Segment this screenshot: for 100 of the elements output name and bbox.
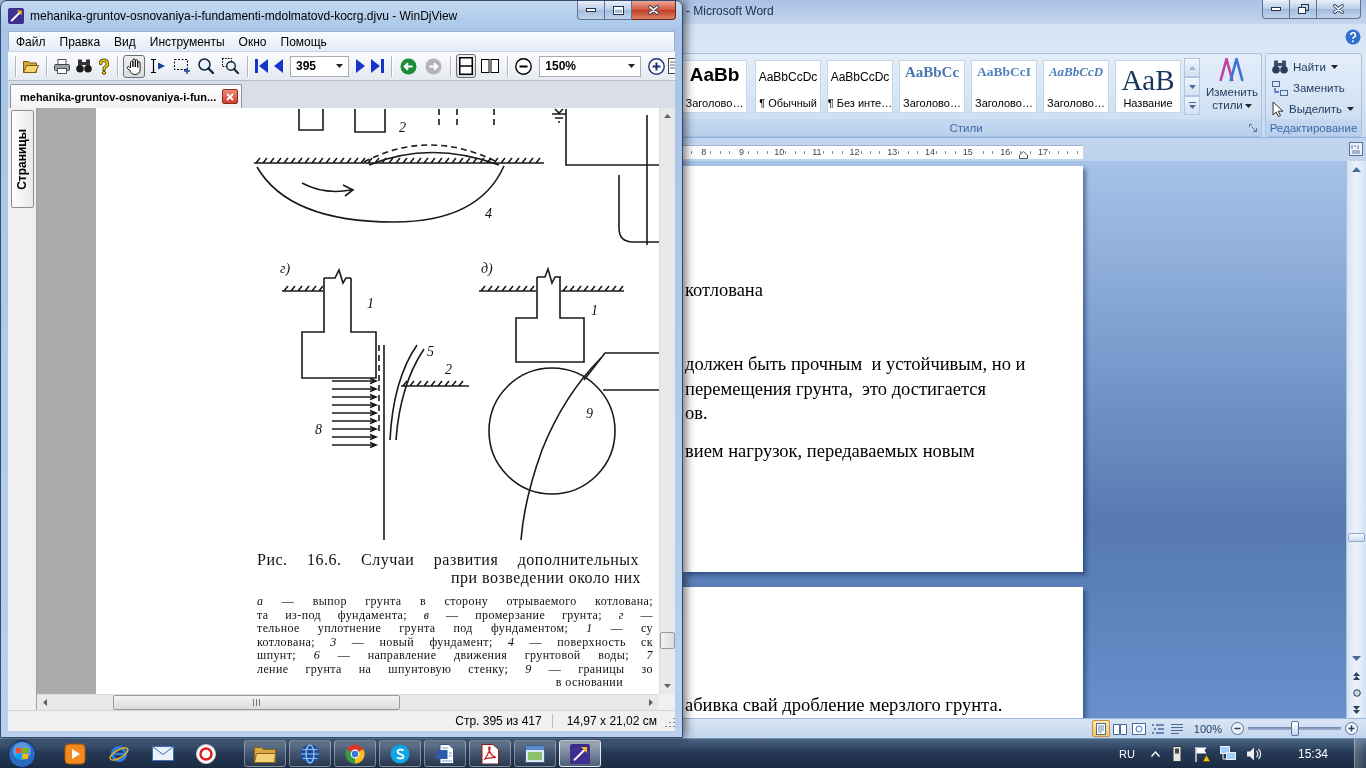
gallery-down-button[interactable] bbox=[1184, 77, 1200, 96]
minimize-button[interactable] bbox=[577, 1, 605, 20]
style-preset[interactable]: AaBbCc Заголово… bbox=[899, 60, 965, 113]
menu-item[interactable]: Правка bbox=[52, 32, 108, 51]
horizontal-scrollbar[interactable] bbox=[37, 694, 659, 710]
single-page-button[interactable] bbox=[456, 54, 477, 78]
network-icon[interactable] bbox=[1219, 746, 1236, 761]
ribbon-command[interactable]: Найти bbox=[1272, 57, 1361, 78]
maximize-button[interactable] bbox=[605, 1, 632, 20]
menu-item[interactable]: Помощь bbox=[273, 32, 334, 51]
change-styles-button[interactable]: Изменить стили bbox=[1203, 58, 1261, 112]
device-icon[interactable] bbox=[1169, 745, 1184, 762]
zoom-level[interactable]: 100% bbox=[1193, 722, 1222, 735]
zoom-in-icon[interactable] bbox=[1345, 722, 1358, 735]
pages-tab[interactable]: Страницы bbox=[10, 110, 34, 208]
scrollbar-thumb[interactable] bbox=[1348, 533, 1365, 542]
dialog-launcher-icon[interactable] bbox=[1249, 123, 1257, 132]
zoom-out-icon[interactable] bbox=[515, 57, 533, 75]
flag-icon[interactable] bbox=[1193, 745, 1210, 762]
vertical-scrollbar[interactable] bbox=[659, 108, 675, 694]
page-number-field[interactable]: 395 bbox=[290, 55, 350, 77]
page-count: Стр. 395 из 417 bbox=[455, 714, 543, 728]
show-desktop-button[interactable] bbox=[1354, 739, 1366, 768]
scroll-up-icon[interactable] bbox=[664, 114, 671, 118]
style-preset[interactable]: AaBb Заголово… bbox=[683, 60, 747, 113]
zoom-tool-button[interactable] bbox=[195, 55, 217, 77]
browse-object-icon[interactable] bbox=[1352, 688, 1361, 697]
next-page-icon[interactable] bbox=[1353, 705, 1360, 714]
taskbar-button[interactable] bbox=[289, 740, 331, 767]
binoculars-icon[interactable] bbox=[76, 59, 92, 73]
start-orb-icon[interactable] bbox=[7, 739, 37, 768]
page-icon[interactable] bbox=[668, 58, 675, 74]
media-player-icon[interactable] bbox=[64, 742, 86, 765]
close-button[interactable] bbox=[1317, 0, 1361, 19]
envelope-icon[interactable] bbox=[152, 745, 174, 762]
zoom-in-icon[interactable] bbox=[648, 57, 665, 75]
ruler-number: 17 bbox=[1037, 147, 1050, 158]
zoom-area-icon bbox=[222, 58, 239, 74]
first-page-icon[interactable] bbox=[255, 59, 268, 73]
hand-tool-button[interactable] bbox=[123, 54, 145, 78]
document-tab[interactable]: mehanika-gruntov-osnovaniya-i-fun... bbox=[10, 84, 243, 108]
lines-icon bbox=[1169, 722, 1184, 735]
figure-label: 8 bbox=[315, 422, 322, 437]
menu-item[interactable]: Вид bbox=[107, 32, 143, 51]
previous-page-icon[interactable] bbox=[274, 59, 283, 73]
zoom-field[interactable]: 150% bbox=[539, 55, 641, 77]
scrollbar-thumb[interactable] bbox=[660, 632, 675, 649]
zoom-area-button[interactable] bbox=[219, 55, 242, 77]
restore-button[interactable] bbox=[1290, 0, 1317, 19]
taskbar-button[interactable] bbox=[334, 740, 376, 767]
zoom-out-icon[interactable] bbox=[1231, 722, 1244, 735]
language-indicator[interactable]: RU bbox=[1119, 747, 1135, 760]
style-preset[interactable]: AaBbCcD Заголово… bbox=[1043, 60, 1109, 113]
taskbar-button[interactable] bbox=[379, 740, 421, 767]
style-preset[interactable]: AaBbCcDc ¶ Без инте… bbox=[827, 60, 893, 113]
scrollbar-thumb[interactable] bbox=[113, 695, 400, 710]
speaker-icon[interactable] bbox=[1245, 746, 1262, 761]
help-button[interactable] bbox=[1345, 29, 1361, 45]
scroll-down-icon[interactable] bbox=[664, 684, 671, 688]
clock[interactable]: 15:34 bbox=[1297, 746, 1328, 761]
help-icon[interactable] bbox=[98, 57, 110, 75]
style-preset[interactable]: AaBbCcI Заголово… bbox=[971, 60, 1037, 113]
taskbar-button[interactable] bbox=[424, 740, 466, 767]
ribbon-command[interactable]: Выделить bbox=[1272, 98, 1361, 119]
ruler-number: 9 bbox=[738, 147, 746, 158]
taskbar-button[interactable] bbox=[469, 740, 511, 767]
ribbon-command[interactable]: Заменить bbox=[1272, 77, 1361, 99]
taskbar-button[interactable] bbox=[244, 740, 286, 767]
menu-item[interactable]: Инструменты bbox=[142, 32, 232, 51]
scroll-up-icon[interactable] bbox=[1352, 167, 1361, 172]
ring-icon[interactable] bbox=[196, 743, 216, 764]
ruler-number: 16 bbox=[999, 147, 1012, 158]
menu-item[interactable]: Файл bbox=[9, 32, 53, 51]
caret-icon bbox=[336, 64, 344, 68]
slider-thumb[interactable] bbox=[1290, 721, 1299, 736]
close-button[interactable] bbox=[632, 1, 676, 20]
ruler-toggle-icon[interactable] bbox=[1349, 141, 1363, 156]
indent-marker-icon[interactable] bbox=[1019, 151, 1028, 159]
menu-item[interactable]: Окно bbox=[231, 32, 274, 51]
close-tab-button[interactable] bbox=[222, 89, 239, 104]
resize-grip-icon bbox=[663, 715, 675, 727]
style-preset[interactable]: AaB Название bbox=[1115, 60, 1181, 113]
printer-icon[interactable] bbox=[54, 58, 70, 74]
previous-page-icon[interactable] bbox=[1353, 671, 1360, 680]
vertical-scrollbar[interactable] bbox=[1346, 161, 1366, 718]
minimize-button[interactable] bbox=[1262, 0, 1290, 19]
taskbar-button[interactable] bbox=[559, 740, 601, 767]
taskbar-button[interactable] bbox=[514, 740, 556, 767]
gallery-more-button[interactable] bbox=[1184, 96, 1200, 115]
last-page-icon[interactable] bbox=[371, 59, 385, 73]
view-button[interactable] bbox=[1129, 720, 1148, 737]
chevron-up-icon[interactable] bbox=[1150, 750, 1160, 757]
scroll-down-icon[interactable] bbox=[1352, 656, 1361, 661]
style-preset[interactable]: AaBbCcDc ¶ Обычный bbox=[755, 60, 821, 113]
folder-icon[interactable] bbox=[23, 59, 39, 73]
scroll-right-icon[interactable] bbox=[649, 699, 653, 706]
scroll-left-icon[interactable] bbox=[43, 699, 47, 706]
restore-icon bbox=[1297, 4, 1309, 14]
view-button[interactable] bbox=[1091, 720, 1110, 737]
next-page-icon[interactable] bbox=[356, 59, 366, 73]
